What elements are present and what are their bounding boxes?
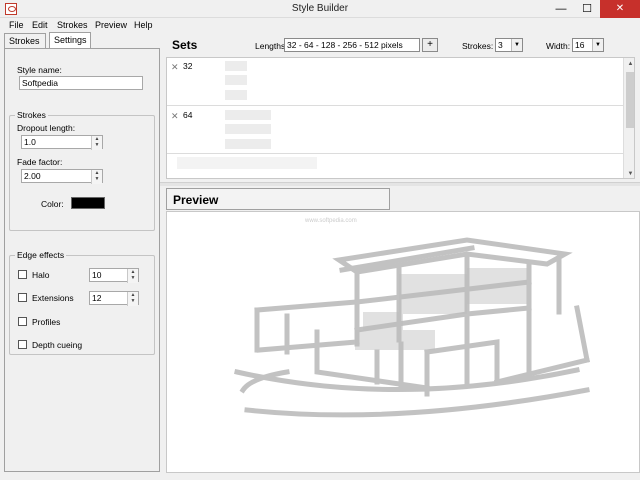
watermark-text: www.softpedia.com bbox=[305, 218, 357, 224]
scroll-down-icon[interactable]: ▼ bbox=[624, 168, 634, 178]
close-button[interactable]: ✕ bbox=[600, 0, 640, 18]
edge-effects-title: Edge effects bbox=[15, 250, 67, 260]
sets-list: ✕ 32 ✕ 64 ▲ ▼ bbox=[166, 57, 635, 179]
remove-set-icon[interactable]: ✕ bbox=[171, 111, 179, 122]
minimize-button[interactable]: — bbox=[548, 0, 574, 18]
title-bar: Style Builder — ☐ ✕ bbox=[0, 0, 640, 18]
sets-scrollbar[interactable]: ▲ ▼ bbox=[623, 58, 634, 178]
menu-edit[interactable]: Edit bbox=[32, 20, 48, 30]
style-name-label: Style name: bbox=[17, 65, 62, 75]
set-row[interactable]: ✕ 64 bbox=[167, 106, 623, 154]
stroke-sample bbox=[225, 61, 247, 71]
extensions-label: Extensions bbox=[32, 293, 74, 303]
strokes-count-select[interactable]: 3 ▼ bbox=[495, 38, 523, 52]
stroke-sample bbox=[225, 124, 271, 134]
menu-preview[interactable]: Preview bbox=[95, 20, 127, 30]
scroll-up-icon[interactable]: ▲ bbox=[624, 58, 634, 70]
extensions-input[interactable]: 12 ▲ ▼ bbox=[89, 291, 139, 306]
settings-panel: Strokes Settings Style name: Softpedia S… bbox=[4, 32, 160, 472]
depth-cueing-checkbox[interactable] bbox=[18, 340, 27, 349]
stroke-sample bbox=[225, 110, 271, 120]
color-label: Color: bbox=[41, 199, 64, 209]
fade-factor-spinner[interactable]: ▲ ▼ bbox=[91, 170, 102, 184]
set-row[interactable] bbox=[167, 154, 623, 178]
set-row[interactable]: ✕ 32 bbox=[167, 58, 623, 106]
fade-factor-label: Fade factor: bbox=[17, 157, 63, 167]
strokes-group: Strokes Dropout length: 1.0 ▲ ▼ Fade fact… bbox=[9, 110, 155, 231]
fade-factor-value: 2.00 bbox=[24, 171, 41, 181]
chevron-down-icon: ▼ bbox=[592, 39, 603, 51]
halo-input[interactable]: 10 ▲ ▼ bbox=[89, 268, 139, 283]
fade-factor-input[interactable]: 2.00 ▲ ▼ bbox=[21, 169, 103, 184]
stroke-sample bbox=[225, 139, 271, 149]
set-length-value: 64 bbox=[183, 110, 193, 120]
stroke-sample bbox=[225, 90, 247, 100]
depth-cueing-label: Depth cueing bbox=[32, 340, 83, 350]
pane-splitter[interactable] bbox=[160, 182, 640, 186]
width-select[interactable]: 16 ▼ bbox=[572, 38, 604, 52]
stroke-sample bbox=[177, 157, 317, 169]
menu-help[interactable]: Help bbox=[134, 20, 153, 30]
settings-tab-panel: Style name: Softpedia Strokes Dropout le… bbox=[4, 48, 160, 472]
width-label: Width: bbox=[546, 41, 571, 51]
extensions-spinner[interactable]: ▲ ▼ bbox=[127, 292, 138, 306]
width-value: 16 bbox=[575, 40, 585, 50]
preview-canvas[interactable]: www.softpedia.com bbox=[166, 211, 640, 473]
window-title: Style Builder bbox=[291, 3, 349, 14]
halo-checkbox[interactable] bbox=[18, 270, 27, 279]
preview-title: Preview bbox=[173, 193, 219, 207]
strokes-count-label: Strokes: bbox=[462, 41, 494, 51]
strokes-group-title: Strokes bbox=[15, 110, 48, 120]
extensions-value: 12 bbox=[92, 293, 102, 303]
maximize-button[interactable]: ☐ bbox=[574, 0, 600, 18]
house-sketch bbox=[234, 237, 591, 418]
stroke-sample bbox=[225, 75, 247, 85]
tab-strokes[interactable]: Strokes bbox=[4, 33, 46, 48]
sets-title: Sets bbox=[172, 38, 198, 52]
halo-spinner[interactable]: ▲ ▼ bbox=[127, 269, 138, 283]
halo-value: 10 bbox=[92, 270, 102, 280]
profiles-label: Profiles bbox=[32, 317, 61, 327]
preview-header: Preview bbox=[166, 188, 390, 210]
halo-label: Halo bbox=[32, 270, 50, 280]
chevron-down-icon: ▼ bbox=[511, 39, 522, 51]
dropout-length-spinner[interactable]: ▲ ▼ bbox=[91, 136, 102, 150]
dropout-length-input[interactable]: 1.0 ▲ ▼ bbox=[21, 135, 103, 150]
remove-set-icon[interactable]: ✕ bbox=[171, 62, 179, 73]
dropout-length-value: 1.0 bbox=[24, 137, 36, 147]
menu-file[interactable]: File bbox=[9, 20, 24, 30]
strokes-count-value: 3 bbox=[498, 40, 503, 50]
profiles-checkbox[interactable] bbox=[18, 317, 27, 326]
style-name-input[interactable]: Softpedia bbox=[19, 76, 143, 90]
edge-effects-group: Edge effects Halo 10 ▲ ▼ Extensions 12 ▲ ▼… bbox=[9, 250, 155, 355]
lengths-field[interactable]: 32 - 64 - 128 - 256 - 512 pixels bbox=[284, 38, 420, 52]
menu-bar: File Edit Strokes Preview Help bbox=[0, 18, 640, 32]
sets-toolbar: Sets Lengths: 32 - 64 - 128 - 256 - 512 … bbox=[166, 36, 640, 56]
menu-strokes[interactable]: Strokes bbox=[57, 20, 88, 30]
set-length-value: 32 bbox=[183, 61, 193, 71]
color-swatch[interactable] bbox=[71, 197, 105, 209]
add-length-button[interactable]: + bbox=[422, 38, 438, 52]
lengths-label: Lengths: bbox=[255, 41, 288, 51]
tab-settings[interactable]: Settings bbox=[49, 32, 91, 49]
scroll-thumb[interactable] bbox=[626, 72, 634, 128]
dropout-length-label: Dropout length: bbox=[17, 123, 76, 133]
extensions-checkbox[interactable] bbox=[18, 293, 27, 302]
